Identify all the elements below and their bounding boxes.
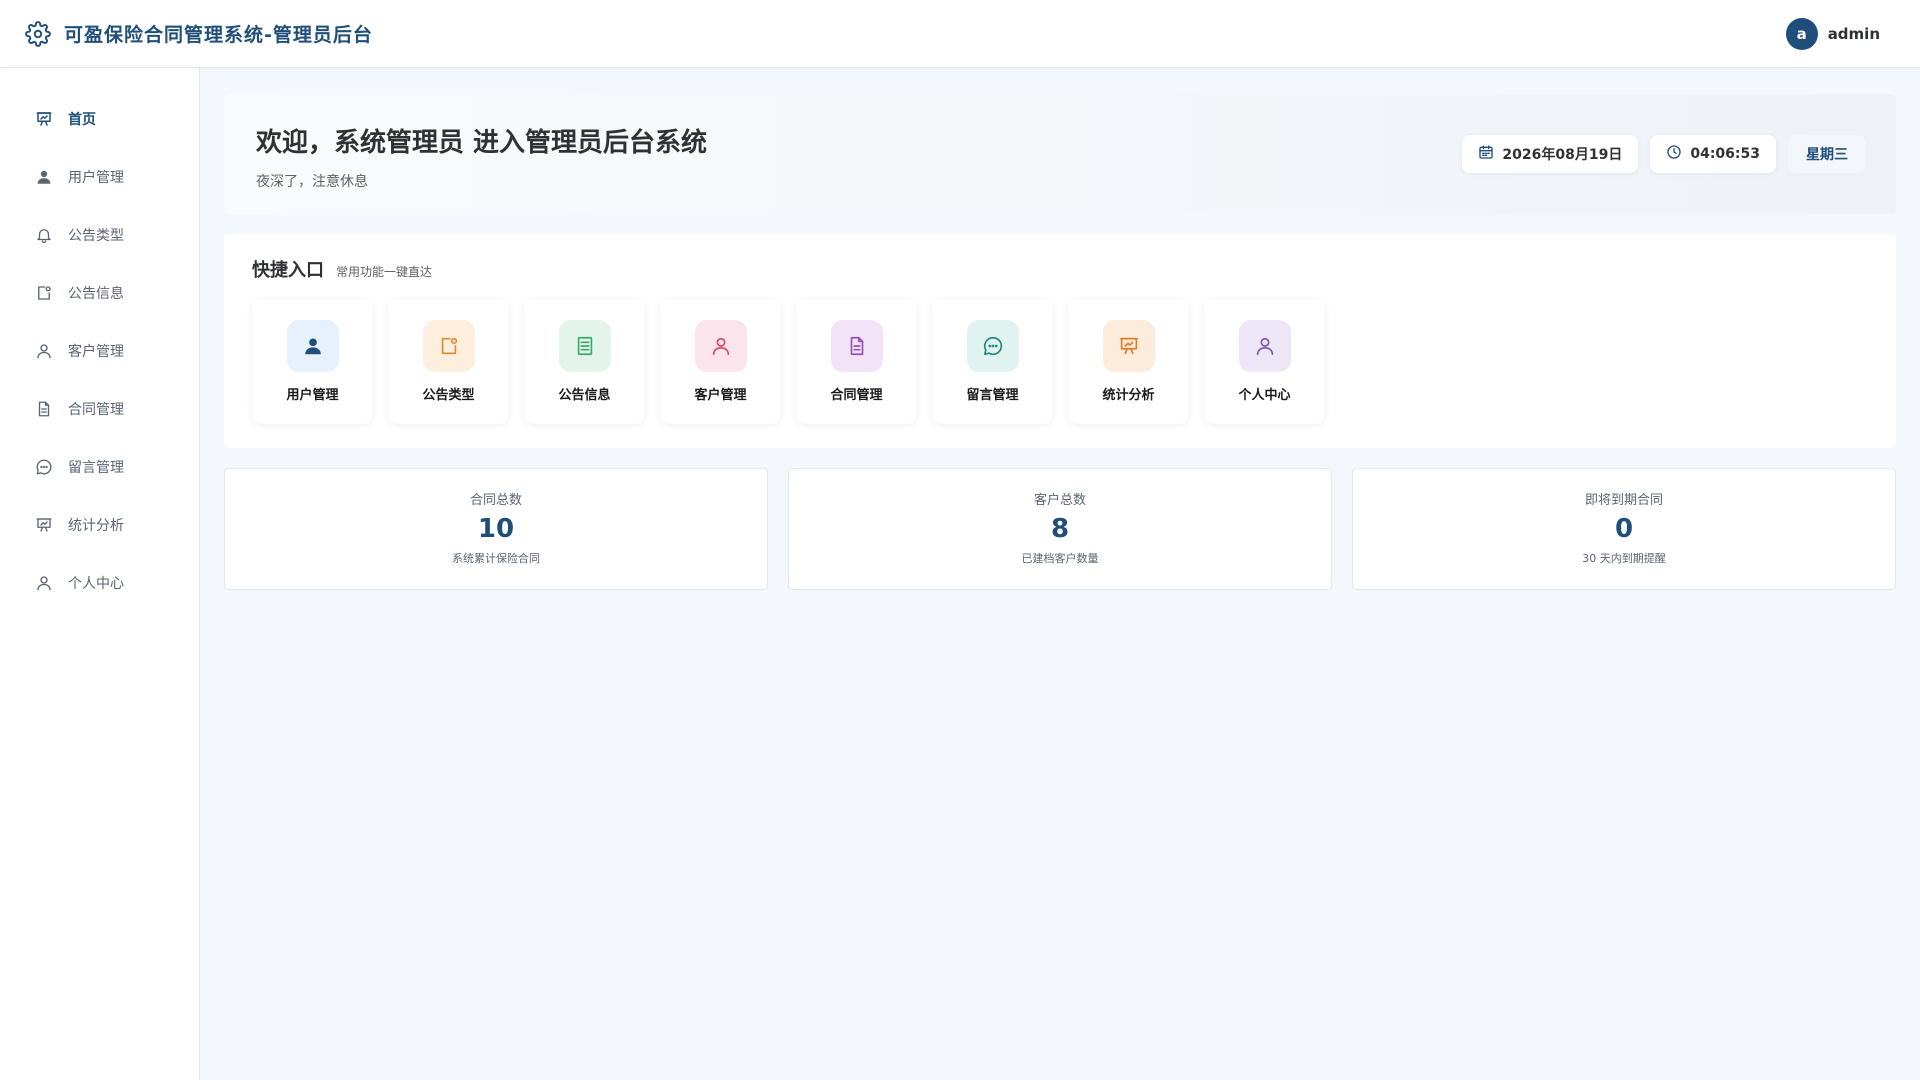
stat-title: 即将到期合同 [1584,493,1663,508]
current-time: 04:06:53 [1690,146,1760,162]
chat-icon [966,320,1019,372]
stat-value: 8 [1050,514,1070,544]
user-solid-icon [286,320,339,372]
quick-card-profile[interactable]: 个人中心 [1204,300,1325,424]
sidebar-item-label: 统计分析 [68,518,124,534]
welcome-banner: 欢迎，系统管理员 进入管理员后台系统 夜深了，注意休息 2026年08月19日 … [224,94,1896,214]
quick-card-notices[interactable]: 公告信息 [524,300,645,424]
sidebar-item-customers[interactable]: 客户管理 [0,322,199,380]
date-chip: 2026年08月19日 [1462,135,1639,173]
quick-access-title: 快捷入口 [252,260,324,281]
sidebar-item-notice-types[interactable]: 公告类型 [0,206,199,264]
sidebar-item-label: 公告信息 [68,286,124,302]
stats-row: 合同总数 10 系统累计保险合同 客户总数 8 已建档客户数量 即将到期合同 0… [224,468,1896,590]
current-date: 2026年08月19日 [1502,147,1623,163]
notice-icon [34,283,54,303]
quick-card-label: 留言管理 [966,388,1019,403]
user-solid-icon [34,167,54,187]
current-weekday: 星期三 [1806,147,1848,163]
calendar-icon [1478,144,1494,164]
quick-card-label: 公告类型 [422,388,475,403]
main-content: 欢迎，系统管理员 进入管理员后台系统 夜深了，注意休息 2026年08月19日 … [224,94,1896,590]
sidebar: 首页 用户管理 公告类型 公告信息 客户管理 合同管理 留言管理 统计分析 个人… [0,68,200,1080]
quick-access-panel: 快捷入口 常用功能一键直达 用户管理 公告类型 公告信息 客户管理 合同管理 留… [224,234,1896,448]
quick-card-messages[interactable]: 留言管理 [932,300,1053,424]
time-chip: 04:06:53 [1650,135,1776,173]
quick-card-label: 客户管理 [694,388,747,403]
gear-icon [24,20,52,48]
stat-card-expiring: 即将到期合同 0 30 天内到期提醒 [1352,468,1896,590]
welcome-subtitle: 夜深了，注意休息 [256,174,368,190]
stat-value: 10 [477,514,515,544]
sidebar-item-label: 合同管理 [68,402,124,418]
clock-icon [1666,144,1682,164]
stat-note: 系统累计保险合同 [452,552,540,565]
sidebar-item-label: 客户管理 [68,344,124,360]
sidebar-item-label: 个人中心 [68,576,124,592]
stat-title: 合同总数 [469,493,522,508]
quick-card-contracts[interactable]: 合同管理 [796,300,917,424]
sidebar-item-home[interactable]: 首页 [0,90,199,148]
document-icon [34,399,54,419]
user-icon [34,341,54,361]
quick-card-customers[interactable]: 客户管理 [660,300,781,424]
sidebar-item-label: 公告类型 [68,228,124,244]
list-document-icon [558,320,611,372]
sidebar-item-statistics[interactable]: 统计分析 [0,496,199,554]
presentation-chart-icon [34,515,54,535]
sidebar-item-label: 用户管理 [68,170,124,186]
bell-icon [34,225,54,245]
chat-icon [34,457,54,477]
stat-note: 30 天内到期提醒 [1582,552,1666,565]
sidebar-item-label: 留言管理 [68,460,124,476]
username[interactable]: admin [1828,25,1880,43]
avatar[interactable]: a [1785,17,1818,50]
presentation-chart-icon [34,109,54,129]
quick-card-notice-types[interactable]: 公告类型 [388,300,509,424]
document-icon [830,320,883,372]
quick-card-label: 个人中心 [1238,388,1291,403]
sidebar-item-messages[interactable]: 留言管理 [0,438,199,496]
stat-card-customers: 客户总数 8 已建档客户数量 [788,468,1332,590]
stat-note: 已建档客户数量 [1021,552,1099,565]
notice-icon [422,320,475,372]
quick-card-label: 合同管理 [830,388,883,403]
stat-value: 0 [1614,514,1634,544]
weekday-chip: 星期三 [1788,135,1866,173]
sidebar-item-contracts[interactable]: 合同管理 [0,380,199,438]
sidebar-item-users[interactable]: 用户管理 [0,148,199,206]
quick-access-subtitle: 常用功能一键直达 [336,265,433,279]
app-title: 可盈保险合同管理系统-管理员后台 [64,24,373,46]
stat-card-contracts: 合同总数 10 系统累计保险合同 [224,468,768,590]
quick-card-users[interactable]: 用户管理 [252,300,373,424]
user-icon [694,320,747,372]
user-menu[interactable]: a admin [1785,17,1880,50]
quick-card-label: 统计分析 [1102,388,1155,403]
presentation-chart-icon [1102,320,1155,372]
stat-title: 客户总数 [1033,493,1086,508]
quick-card-label: 公告信息 [558,388,611,403]
sidebar-item-label: 首页 [68,112,96,128]
top-header: 可盈保险合同管理系统-管理员后台 a admin [0,0,1920,68]
quick-card-statistics[interactable]: 统计分析 [1068,300,1189,424]
sidebar-item-notices[interactable]: 公告信息 [0,264,199,322]
user-icon [1238,320,1291,372]
sidebar-item-profile[interactable]: 个人中心 [0,554,199,612]
user-icon [34,573,54,593]
quick-card-label: 用户管理 [286,388,339,403]
